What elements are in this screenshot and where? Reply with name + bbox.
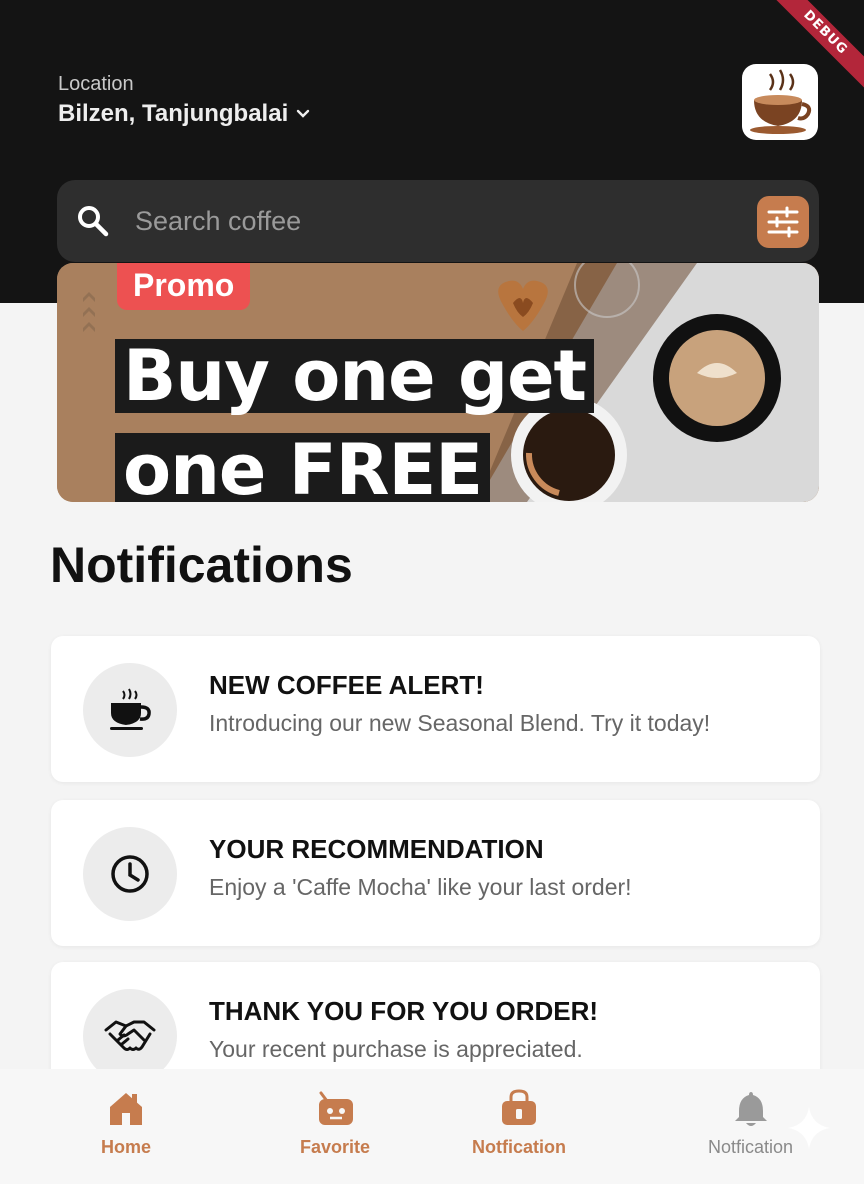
notification-message: Introducing our new Seasonal Blend. Try … — [209, 710, 711, 736]
location-selector[interactable]: Bilzen, Tanjungbalai — [58, 100, 312, 128]
notification-title: THANK YOU FOR YOU ORDER! — [209, 996, 599, 1026]
promo-headline-line2: one FREE — [115, 433, 491, 502]
chevron-down-icon — [297, 109, 310, 118]
nav-label: Favorite — [300, 1137, 371, 1157]
search-icon — [78, 206, 109, 237]
bottom-nav: Home Favorite Notfication Notfication — [0, 1069, 864, 1184]
nav-item-home[interactable]: Home — [101, 1089, 151, 1158]
filter-button[interactable] — [757, 196, 809, 248]
home-icon — [110, 1093, 142, 1125]
promo-banner[interactable]: Promo Buy one get one FREE — [57, 263, 819, 502]
nav-label: Notfication — [472, 1137, 566, 1157]
notification-message: Enjoy a 'Caffe Mocha' like your last ord… — [209, 874, 632, 900]
nav-item-notification[interactable]: Notfication — [708, 1089, 793, 1158]
notification-message: Your recent purchase is appreciated. — [209, 1036, 583, 1062]
nav-item-favorite[interactable]: Favorite — [300, 1089, 370, 1158]
location-value: Bilzen, Tanjungbalai — [58, 100, 289, 127]
promo-headline-line1: Buy one get — [115, 339, 595, 413]
notification-card[interactable]: YOUR RECOMMENDATION Enjoy a 'Caffe Mocha… — [51, 800, 820, 946]
clock-icon — [111, 855, 149, 893]
nav-label: Notfication — [708, 1137, 794, 1157]
handshake-icon — [104, 1020, 156, 1051]
notification-title: YOUR RECOMMENDATION — [209, 834, 544, 864]
coffee-logo-icon — [750, 69, 812, 134]
notification-title: NEW COFFEE ALERT! — [209, 670, 484, 700]
bell-icon — [734, 1092, 767, 1126]
notification-icon-wrap — [83, 663, 177, 757]
search-bar[interactable] — [57, 180, 819, 262]
favorite-icon — [319, 1091, 354, 1125]
notification-icon-wrap — [83, 827, 177, 921]
notification-card[interactable]: NEW COFFEE ALERT! Introducing our new Se… — [51, 636, 820, 782]
filter-sliders-icon — [767, 206, 799, 238]
sparkle-icon — [788, 1107, 830, 1149]
nav-label: Home — [101, 1137, 152, 1157]
page-title: Notifications — [50, 537, 353, 593]
avatar[interactable] — [742, 64, 818, 140]
location-label: Location — [58, 73, 134, 95]
nav-item-notification-orders[interactable]: Notfication — [472, 1089, 566, 1158]
bag-icon — [502, 1089, 536, 1125]
coffee-cup-icon — [110, 688, 151, 730]
search-input[interactable] — [133, 198, 697, 244]
promo-tag: Promo — [117, 263, 251, 310]
